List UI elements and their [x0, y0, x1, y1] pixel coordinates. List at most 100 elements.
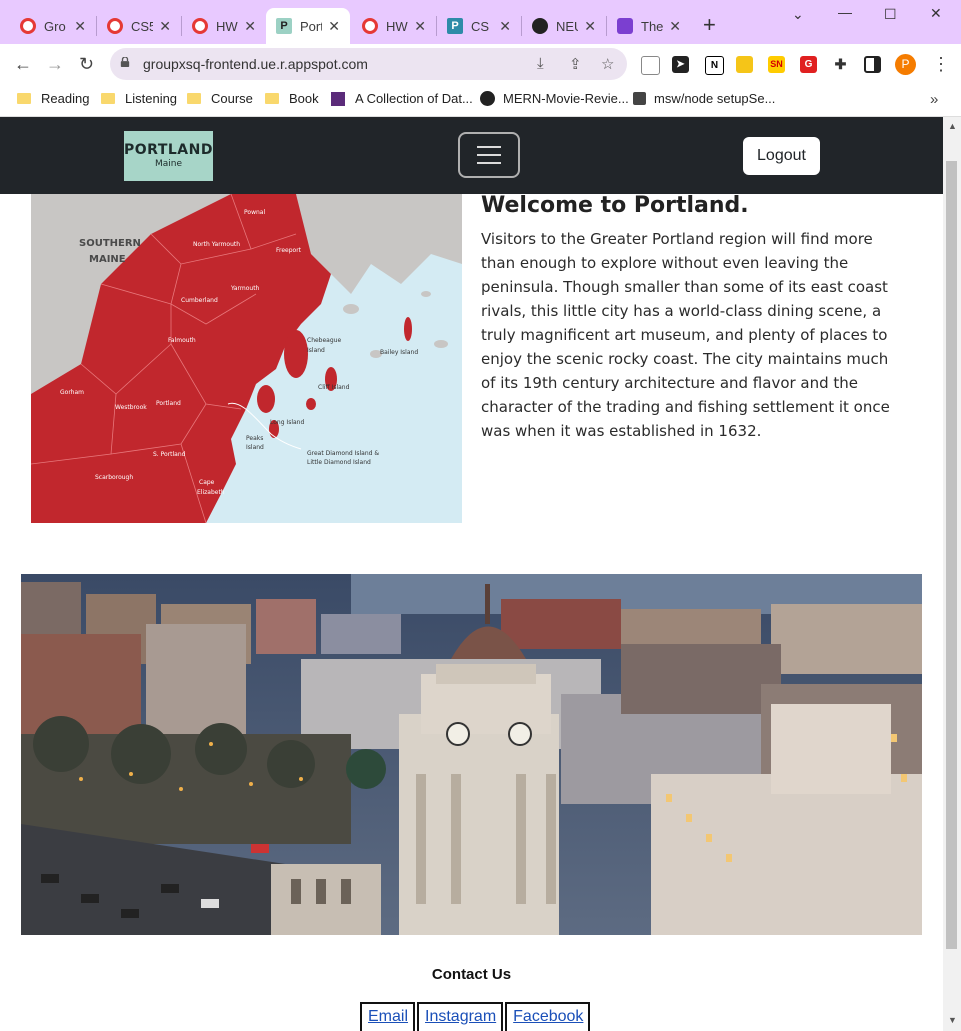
tab-portland-active[interactable]: P Port ✕: [266, 8, 350, 44]
vertical-scrollbar[interactable]: ▲ ▼: [943, 117, 961, 1031]
svg-text:Yarmouth: Yarmouth: [230, 285, 260, 292]
close-icon[interactable]: ✕: [499, 18, 511, 35]
tab-title: Gro: [44, 18, 66, 34]
circle-red-icon: [107, 18, 123, 34]
svg-text:Westbrook: Westbrook: [115, 404, 147, 411]
tab-title: The: [641, 18, 663, 34]
svg-text:Cumberland: Cumberland: [181, 297, 218, 304]
bookmark-collection[interactable]: A Collection of Dat...: [331, 91, 473, 106]
logo-title: PORTLAND: [124, 142, 213, 158]
new-tab-plus-icon[interactable]: +: [703, 12, 716, 38]
address-bar[interactable]: groupxsq-frontend.ue.r.appspot.com ⤓ ⇪ ☆: [110, 48, 627, 80]
svg-text:Falmouth: Falmouth: [168, 337, 196, 344]
welcome-paragraph: Visitors to the Greater Portland region …: [481, 230, 890, 440]
tab-1[interactable]: Gro ✕: [10, 8, 96, 44]
chevron-down-icon[interactable]: ⌄: [792, 6, 804, 23]
grammarly-icon[interactable]: G: [800, 56, 817, 73]
svg-text:Pownal: Pownal: [244, 209, 265, 216]
forward-arrow-icon[interactable]: →: [46, 54, 64, 75]
close-icon[interactable]: ✕: [328, 18, 340, 35]
maximize-icon[interactable]: ☐: [884, 6, 897, 23]
bookmark-mern[interactable]: MERN-Movie-Revie...: [480, 91, 629, 106]
svg-text:S. Portland: S. Portland: [153, 451, 186, 458]
notion-icon[interactable]: N: [705, 56, 724, 75]
tab-3[interactable]: HW ✕: [182, 8, 266, 44]
sn-icon[interactable]: SN: [768, 56, 785, 73]
svg-text:Bailey Island: Bailey Island: [380, 349, 418, 356]
close-icon[interactable]: ✕: [159, 18, 171, 35]
email-link[interactable]: Email: [360, 1002, 416, 1031]
portland-logo[interactable]: PORTLAND Maine: [124, 131, 213, 181]
bookmark-listening[interactable]: Listening: [101, 91, 177, 106]
tab-6[interactable]: P CS 5 ✕: [437, 8, 521, 44]
svg-text:Peaks: Peaks: [246, 435, 263, 442]
puzzle-icon[interactable]: ✚: [832, 56, 849, 73]
facebook-link[interactable]: Facebook: [505, 1002, 591, 1031]
close-icon[interactable]: ✕: [669, 18, 681, 35]
bookmark-label: Book: [289, 91, 319, 106]
bell-icon: [617, 18, 633, 34]
close-icon[interactable]: ✕: [244, 18, 256, 35]
bookmark-label: Listening: [125, 91, 178, 106]
svg-text:Great Diamond Island &: Great Diamond Island &: [307, 450, 379, 457]
bookmark-msw[interactable]: msw/node setupSe...: [633, 91, 775, 106]
folder-icon: [187, 93, 201, 104]
tab-7[interactable]: NEU ✕: [522, 8, 606, 44]
share-icon[interactable]: ⇪: [569, 55, 582, 73]
flag-icon: [331, 91, 345, 106]
svg-text:Island: Island: [307, 347, 325, 354]
svg-text:Elizabeth: Elizabeth: [197, 489, 225, 496]
close-icon[interactable]: ✕: [74, 18, 86, 35]
logout-button[interactable]: Logout: [743, 137, 820, 175]
document-icon[interactable]: [641, 56, 660, 75]
bookmarks-bar: Reading Listening Course Book A Collecti…: [0, 86, 961, 117]
scroll-up-icon[interactable]: ▲: [948, 121, 957, 131]
svg-text:MAINE: MAINE: [89, 254, 126, 265]
bookmark-book[interactable]: Book: [265, 91, 319, 106]
svg-text:Island: Island: [246, 444, 264, 451]
p-icon: P: [276, 18, 292, 34]
chevron-right-double-icon[interactable]: »: [930, 91, 938, 108]
close-window-icon[interactable]: ✕: [930, 5, 942, 22]
bookmark-label: Course: [211, 91, 253, 106]
url-text: groupxsq-frontend.ue.r.appspot.com: [143, 56, 368, 72]
bookmark-course[interactable]: Course: [187, 91, 253, 106]
menu-toggle-button[interactable]: [458, 132, 520, 178]
bookmark-reading[interactable]: Reading: [17, 91, 89, 106]
install-icon[interactable]: ⤓: [537, 55, 544, 72]
scrollbar-thumb[interactable]: [946, 161, 957, 949]
tab-title: HW: [386, 18, 408, 34]
minimize-icon[interactable]: —: [838, 4, 852, 20]
circle-red-icon: [192, 18, 208, 34]
tab-2[interactable]: CS5 ✕: [97, 8, 181, 44]
tab-title: CS5: [131, 18, 153, 34]
close-icon[interactable]: ✕: [414, 18, 426, 35]
folder-icon: [17, 93, 31, 104]
instagram-link[interactable]: Instagram: [417, 1002, 504, 1031]
reload-icon[interactable]: ↻: [79, 54, 94, 75]
close-icon[interactable]: ✕: [584, 18, 596, 35]
more-vert-icon[interactable]: ⋮: [932, 54, 950, 75]
sidebar-icon[interactable]: [864, 56, 881, 73]
svg-text:North Yarmouth: North Yarmouth: [193, 241, 240, 248]
back-arrow-icon[interactable]: ←: [14, 54, 32, 75]
svg-text:Freeport: Freeport: [276, 247, 302, 254]
send-icon[interactable]: ➤: [672, 56, 689, 73]
tab-title: NEU: [556, 18, 578, 34]
lock-icon: [120, 57, 130, 67]
tab-title: HW: [216, 18, 238, 34]
profile-avatar[interactable]: P: [895, 54, 916, 75]
tab-8[interactable]: The ✕: [607, 8, 691, 44]
svg-text:Cape: Cape: [199, 479, 215, 486]
svg-text:SOUTHERN: SOUTHERN: [79, 238, 141, 249]
svg-text:Cliff Island: Cliff Island: [318, 384, 350, 391]
welcome-heading: Welcome to Portland.: [481, 193, 749, 218]
page-icon: [633, 92, 646, 105]
hamburger-line: [477, 146, 501, 148]
tab-5[interactable]: HW ✕: [352, 8, 436, 44]
star-icon[interactable]: ☆: [601, 55, 614, 73]
scroll-down-icon[interactable]: ▼: [948, 1015, 957, 1025]
hamburger-line: [477, 154, 501, 156]
keep-icon[interactable]: [736, 56, 753, 73]
github-icon: [532, 18, 548, 34]
